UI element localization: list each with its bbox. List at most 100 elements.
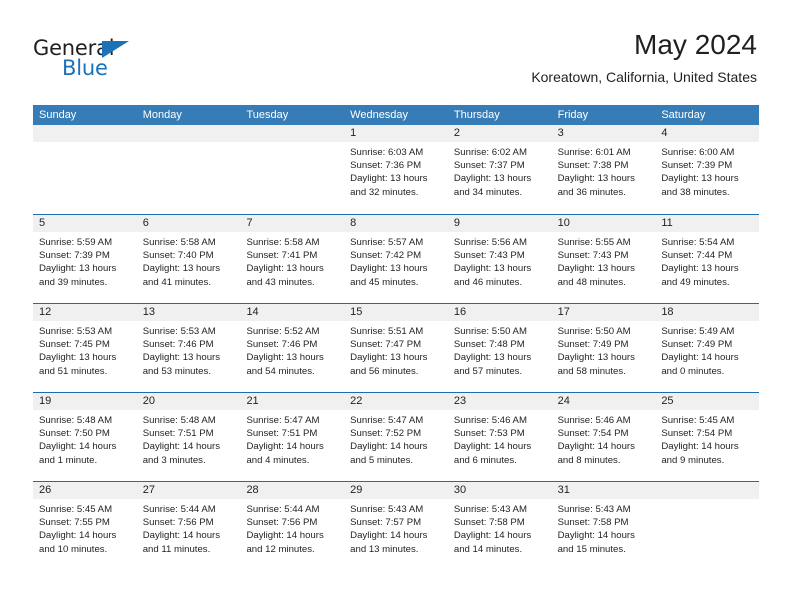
- day-detail-line: Sunrise: 5:50 AM: [453, 326, 527, 337]
- day-detail-line: Sunset: 7:53 PM: [453, 428, 525, 440]
- day-details: Sunrise: 5:53 AM Sunset: 7:46 PM Daylight:…: [137, 321, 241, 378]
- day-detail-line: and 36 minutes.: [557, 186, 626, 198]
- calendar-day-cell[interactable]: 3 Sunrise: 6:01 AM Sunset: 7:38 PM Daylight…: [551, 125, 656, 214]
- day-detail-line: and 1 minute.: [39, 454, 98, 466]
- day-detail-line: Sunset: 7:42 PM: [350, 250, 422, 262]
- day-number: 28: [240, 482, 345, 499]
- day-number: 30: [447, 482, 552, 499]
- day-detail-line: and 14 minutes.: [453, 543, 523, 555]
- calendar-day-cell[interactable]: 5 Sunrise: 5:59 AM Sunset: 7:39 PM Daylight…: [33, 215, 137, 303]
- calendar-day-cell[interactable]: 16 Sunrise: 5:50 AM Sunset: 7:48 PM Dayligh…: [447, 304, 552, 392]
- calendar-day-cell[interactable]: 12 Sunrise: 5:53 AM Sunset: 7:45 PM Dayligh…: [33, 304, 137, 392]
- day-number: [136, 125, 241, 142]
- day-detail-line: and 3 minutes.: [142, 454, 206, 466]
- weekday-header-friday: Friday: [557, 109, 589, 121]
- calendar-day-cell[interactable]: 26 Sunrise: 5:45 AM Sunset: 7:55 PM Dayligh…: [33, 482, 137, 570]
- calendar-grid: Sunday Monday Tuesday Wednesday Thursday Frid…: [33, 105, 760, 570]
- weekday-header-sunday: Sunday: [39, 109, 77, 121]
- day-detail-line: Sunset: 7:39 PM: [661, 160, 733, 172]
- day-detail-line: Sunset: 7:48 PM: [453, 339, 525, 351]
- calendar-day-cell[interactable]: 1 Sunrise: 6:03 AM Sunset: 7:36 PM Daylight…: [344, 125, 448, 214]
- day-detail-line: Daylight: 14 hours: [350, 441, 428, 453]
- day-details: Sunrise: 5:46 AM Sunset: 7:54 PM Daylight:…: [552, 410, 656, 467]
- day-detail-line: and 11 minutes.: [142, 543, 211, 555]
- calendar-day-cell[interactable]: 20 Sunrise: 5:48 AM Sunset: 7:51 PM Dayligh…: [136, 393, 241, 481]
- calendar-day-cell-empty: [33, 125, 137, 214]
- calendar-day-cell[interactable]: 11 Sunrise: 5:54 AM Sunset: 7:44 PM Dayligh…: [655, 215, 760, 303]
- calendar-day-cell[interactable]: 15 Sunrise: 5:51 AM Sunset: 7:47 PM Dayligh…: [344, 304, 448, 392]
- day-detail-line: Daylight: 13 hours: [246, 263, 324, 275]
- day-details: Sunrise: 5:44 AM Sunset: 7:56 PM Daylight:…: [240, 499, 344, 556]
- day-detail-line: Sunset: 7:43 PM: [453, 250, 525, 262]
- day-detail-line: and 8 minutes.: [557, 454, 621, 466]
- day-details: Sunrise: 5:55 AM Sunset: 7:43 PM Daylight:…: [552, 232, 656, 289]
- day-detail-line: Sunset: 7:45 PM: [39, 339, 110, 351]
- day-detail-line: Sunrise: 5:59 AM: [39, 237, 113, 248]
- day-details: Sunrise: 6:01 AM Sunset: 7:38 PM Daylight:…: [552, 142, 656, 199]
- day-detail-line: and 4 minutes.: [246, 454, 310, 466]
- calendar-page: General Blue May 2024 Koreatown, Califor…: [0, 0, 792, 612]
- day-detail-line: Daylight: 14 hours: [39, 530, 117, 542]
- calendar-day-cell[interactable]: 23 Sunrise: 5:46 AM Sunset: 7:53 PM Dayligh…: [447, 393, 552, 481]
- day-detail-line: and 43 minutes.: [246, 276, 315, 288]
- day-detail-line: Sunset: 7:40 PM: [142, 250, 214, 262]
- day-detail-line: Sunset: 7:58 PM: [557, 517, 629, 529]
- calendar-day-cell[interactable]: 31 Sunrise: 5:43 AM Sunset: 7:58 PM Dayligh…: [551, 482, 656, 570]
- day-details: Sunrise: 5:43 AM Sunset: 7:57 PM Daylight:…: [344, 499, 448, 556]
- title-block: May 2024 Koreatown, California, United S…: [531, 28, 757, 88]
- calendar-day-cell[interactable]: 4 Sunrise: 6:00 AM Sunset: 7:39 PM Daylight…: [655, 125, 760, 214]
- calendar-day-cell[interactable]: 22 Sunrise: 5:47 AM Sunset: 7:52 PM Dayligh…: [344, 393, 448, 481]
- day-detail-line: Daylight: 14 hours: [142, 530, 221, 542]
- day-detail-line: and 13 minutes.: [350, 543, 419, 555]
- day-detail-line: Sunset: 7:39 PM: [39, 250, 110, 262]
- day-detail-line: Daylight: 13 hours: [557, 352, 635, 364]
- day-detail-line: Sunrise: 5:55 AM: [557, 237, 631, 248]
- day-detail-line: Sunrise: 5:50 AM: [557, 326, 631, 337]
- day-details: Sunrise: 5:48 AM Sunset: 7:50 PM Daylight:…: [33, 410, 137, 467]
- day-detail-line: Sunrise: 5:51 AM: [350, 326, 424, 337]
- calendar-day-cell[interactable]: 28 Sunrise: 5:44 AM Sunset: 7:56 PM Dayligh…: [240, 482, 345, 570]
- day-detail-line: Daylight: 13 hours: [350, 352, 428, 364]
- day-detail-line: Daylight: 13 hours: [453, 263, 532, 275]
- calendar-day-cell[interactable]: 19 Sunrise: 5:48 AM Sunset: 7:50 PM Dayligh…: [33, 393, 137, 481]
- calendar-day-cell[interactable]: 14 Sunrise: 5:52 AM Sunset: 7:46 PM Dayligh…: [240, 304, 345, 392]
- day-detail-line: Sunset: 7:49 PM: [661, 339, 733, 351]
- day-number: 18: [655, 304, 760, 321]
- calendar-day-cell[interactable]: 24 Sunrise: 5:46 AM Sunset: 7:54 PM Dayligh…: [551, 393, 656, 481]
- day-detail-line: Daylight: 14 hours: [453, 530, 532, 542]
- calendar-day-cell[interactable]: 6 Sunrise: 5:58 AM Sunset: 7:40 PM Daylight…: [136, 215, 241, 303]
- day-detail-line: and 5 minutes.: [350, 454, 414, 466]
- calendar-day-cell[interactable]: 9 Sunrise: 5:56 AM Sunset: 7:43 PM Daylight…: [447, 215, 552, 303]
- calendar-day-cell[interactable]: 29 Sunrise: 5:43 AM Sunset: 7:57 PM Dayligh…: [344, 482, 448, 570]
- calendar-day-cell[interactable]: 25 Sunrise: 5:45 AM Sunset: 7:54 PM Dayligh…: [655, 393, 760, 481]
- day-number: 19: [33, 393, 137, 410]
- calendar-day-cell[interactable]: 10 Sunrise: 5:55 AM Sunset: 7:43 PM Dayligh…: [551, 215, 656, 303]
- calendar-day-cell[interactable]: 13 Sunrise: 5:53 AM Sunset: 7:46 PM Dayligh…: [136, 304, 241, 392]
- day-detail-line: Sunrise: 6:03 AM: [350, 147, 424, 158]
- calendar-day-cell[interactable]: 21 Sunrise: 5:47 AM Sunset: 7:51 PM Dayligh…: [240, 393, 345, 481]
- day-number: 3: [551, 125, 656, 142]
- day-detail-line: Sunset: 7:36 PM: [350, 160, 422, 172]
- day-details: Sunrise: 5:50 AM Sunset: 7:48 PM Daylight:…: [448, 321, 552, 378]
- day-detail-line: Daylight: 13 hours: [453, 173, 532, 185]
- day-details: Sunrise: 5:51 AM Sunset: 7:47 PM Daylight:…: [344, 321, 448, 378]
- day-detail-line: and 0 minutes.: [661, 365, 725, 377]
- calendar-day-cell[interactable]: 17 Sunrise: 5:50 AM Sunset: 7:49 PM Dayligh…: [551, 304, 656, 392]
- day-detail-line: Sunset: 7:49 PM: [557, 339, 629, 351]
- calendar-day-cell[interactable]: 30 Sunrise: 5:43 AM Sunset: 7:58 PM Dayligh…: [447, 482, 552, 570]
- day-number: 2: [447, 125, 552, 142]
- logo-text-blue: Blue: [62, 56, 108, 80]
- day-number: 22: [344, 393, 448, 410]
- day-detail-line: Sunset: 7:41 PM: [246, 250, 318, 262]
- day-detail-line: Sunrise: 5:48 AM: [142, 415, 216, 426]
- day-detail-line: Daylight: 14 hours: [246, 530, 324, 542]
- day-detail-line: and 12 minutes.: [246, 543, 315, 555]
- calendar-day-cell[interactable]: 7 Sunrise: 5:58 AM Sunset: 7:41 PM Daylight…: [240, 215, 345, 303]
- day-detail-line: Sunrise: 5:56 AM: [453, 237, 527, 248]
- day-detail-line: and 32 minutes.: [350, 186, 419, 198]
- calendar-day-cell[interactable]: 18 Sunrise: 5:49 AM Sunset: 7:49 PM Dayligh…: [655, 304, 760, 392]
- day-detail-line: and 49 minutes.: [661, 276, 730, 288]
- calendar-day-cell[interactable]: 27 Sunrise: 5:44 AM Sunset: 7:56 PM Dayligh…: [136, 482, 241, 570]
- calendar-day-cell[interactable]: 8 Sunrise: 5:57 AM Sunset: 7:42 PM Daylight…: [344, 215, 448, 303]
- calendar-day-cell[interactable]: 2 Sunrise: 6:02 AM Sunset: 7:37 PM Daylight…: [447, 125, 552, 214]
